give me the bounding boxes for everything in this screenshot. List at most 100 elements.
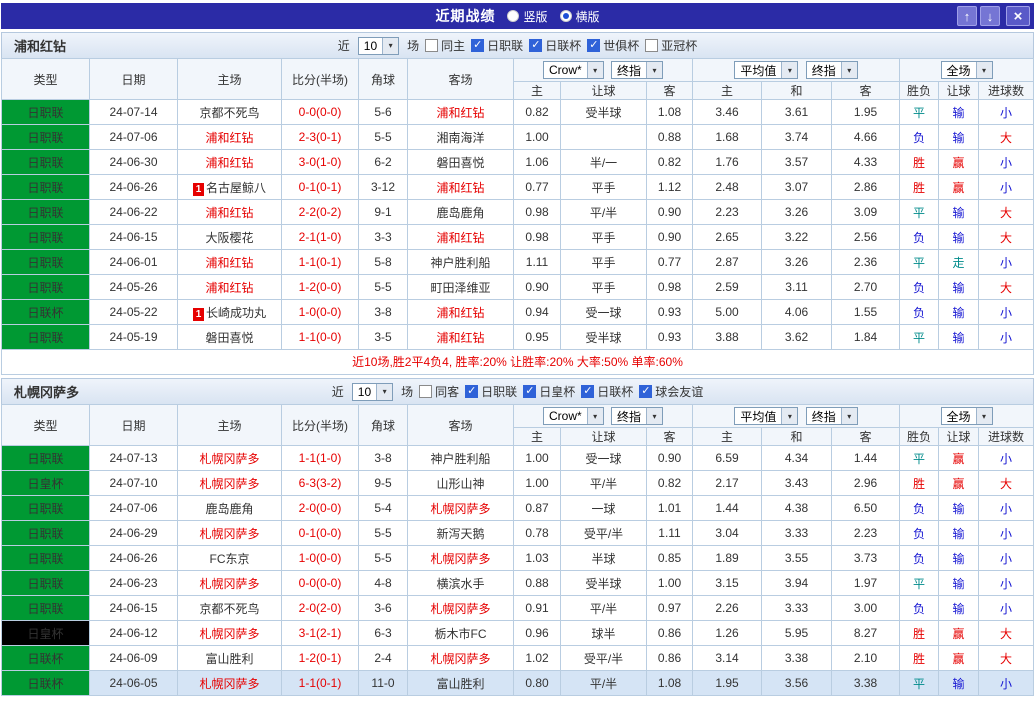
result-cell: 平 [899,445,940,471]
away-team-cell[interactable]: 磐田喜悦 [407,149,514,175]
home-team-cell[interactable]: 磐田喜悦 [177,324,282,350]
checkbox-icon[interactable] [639,384,653,398]
bookmaker-select[interactable]: Crow* ▾ [542,407,604,425]
away-team-cell[interactable]: 湘南海洋 [407,124,514,150]
away-team-cell[interactable]: 札幌冈萨多 [407,645,514,671]
date-cell: 24-07-06 [89,495,178,521]
corner-cell: 5-5 [358,274,408,300]
checkbox-icon[interactable] [465,384,479,398]
home-team-cell[interactable]: 京都不死鸟 [177,595,282,621]
away-team-cell[interactable]: 浦和红钻 [407,299,514,325]
filter-checkbox[interactable]: 日联杯 [581,383,633,400]
away-team-cell[interactable]: 富山胜利 [407,670,514,696]
filter-checkbox[interactable]: 同主 [425,37,465,54]
league-type-cell: 日职联 [1,124,90,150]
home-team-cell[interactable]: 浦和红钻 [177,249,282,275]
checkbox-icon[interactable] [523,384,537,398]
corner-cell: 5-5 [358,520,408,546]
away-team-cell[interactable]: 鹿岛鹿角 [407,199,514,225]
team-name: 浦和红钻 [14,39,67,54]
layout-option-vertical-label[interactable]: 竖版 [523,8,547,25]
home-team-cell[interactable]: FC东京 [177,545,282,571]
goals-result-cell: 小 [978,595,1034,621]
home-team-cell[interactable]: 札幌冈萨多 [177,570,282,596]
avg-stage-select[interactable]: 终指 ▾ [805,61,858,79]
filter-checkbox[interactable]: 日联杯 [529,37,581,54]
recent-count-select[interactable]: 10 ▾ [357,36,400,55]
filter-checkbox[interactable]: 球会友谊 [639,383,703,400]
bookmaker-select[interactable]: Crow* ▾ [542,61,604,79]
checkbox-icon[interactable] [419,385,433,398]
checkbox-icon[interactable] [471,38,485,52]
home-team-cell[interactable]: 札幌冈萨多 [177,445,282,471]
col-header-corner: 角球 [358,58,408,100]
home-team-cell[interactable]: 浦和红钻 [177,124,282,150]
avg-draw-odds-cell: 4.38 [761,495,833,521]
home-team-cell[interactable]: 京都不死鸟 [177,99,282,125]
filter-checkbox[interactable]: 同客 [419,383,459,400]
filter-checkbox[interactable]: 世俱杯 [587,37,639,54]
layout-option-horizontal[interactable]: 横版 [559,8,600,25]
away-team-cell[interactable]: 神户胜利船 [407,249,514,275]
chevron-down-icon: ▾ [586,62,603,78]
home-team-cell[interactable]: 1 长崎成功丸 [177,299,282,325]
layout-option-vertical[interactable]: 竖版 [507,8,548,25]
radio-icon[interactable] [559,10,572,22]
average-select[interactable]: 平均值 ▾ [734,61,799,79]
goals-result-cell: 大 [978,199,1034,225]
move-up-button[interactable]: ↑ [957,6,977,26]
away-team-cell[interactable]: 町田泽维亚 [407,274,514,300]
checkbox-icon[interactable] [645,39,659,52]
league-type-cell: 日职联 [1,249,90,275]
home-team-cell[interactable]: 富山胜利 [177,645,282,671]
away-team-cell[interactable]: 札幌冈萨多 [407,595,514,621]
filter-checkbox[interactable]: 日职联 [465,383,517,400]
away-team-cell[interactable]: 栃木市FC [407,620,514,646]
home-team-cell[interactable]: 札幌冈萨多 [177,670,282,696]
corner-cell: 5-8 [358,249,408,275]
home-team-cell[interactable]: 浦和红钻 [177,274,282,300]
away-team-cell[interactable]: 浦和红钻 [407,174,514,200]
checkbox-icon[interactable] [587,38,601,52]
odds-stage-select[interactable]: 终指 ▾ [611,407,664,425]
score-cell: 1-1(0-0) [281,324,359,350]
away-team-cell[interactable]: 横滨水手 [407,570,514,596]
away-team-cell[interactable]: 浦和红钻 [407,99,514,125]
recent-count-select[interactable]: 10 ▾ [351,382,394,401]
checkbox-icon[interactable] [529,38,543,52]
avg-home-odds-cell: 1.89 [692,545,763,571]
home-team-cell[interactable]: 浦和红钻 [177,149,282,175]
avg-home-odds-cell: 2.26 [692,595,763,621]
away-team-cell[interactable]: 山形山神 [407,470,514,496]
away-team-cell[interactable]: 札幌冈萨多 [407,545,514,571]
odds-stage-select[interactable]: 终指 ▾ [611,61,664,79]
away-team-cell[interactable]: 新泻天鹅 [407,520,514,546]
away-team-cell[interactable]: 神户胜利船 [407,445,514,471]
fulltime-select[interactable]: 全场 ▾ [940,61,993,79]
radio-icon[interactable] [507,10,520,22]
home-team-cell[interactable]: 鹿岛鹿角 [177,495,282,521]
filter-checkbox[interactable]: 日皇杯 [523,383,575,400]
home-team-cell[interactable]: 札幌冈萨多 [177,470,282,496]
away-team-cell[interactable]: 浦和红钻 [407,224,514,250]
checkbox-icon[interactable] [581,384,595,398]
close-button[interactable]: × [1006,6,1030,26]
checkbox-icon[interactable] [425,39,439,52]
home-team-cell[interactable]: 1 名古屋鲸八 [177,174,282,200]
avg-stage-select[interactable]: 终指 ▾ [805,407,858,425]
filter-checkbox[interactable]: 日职联 [471,37,523,54]
handicap-line-cell: 受半球 [560,324,647,350]
home-team-cell[interactable]: 浦和红钻 [177,199,282,225]
home-team-cell[interactable]: 札幌冈萨多 [177,620,282,646]
move-down-button[interactable]: ↓ [980,6,1000,26]
team-name-text: 湘南海洋 [436,130,485,145]
average-select[interactable]: 平均值 ▾ [734,407,799,425]
away-team-cell[interactable]: 札幌冈萨多 [407,495,514,521]
home-team-cell[interactable]: 大阪樱花 [177,224,282,250]
avg-away-odds-cell: 1.84 [831,324,901,350]
fulltime-select[interactable]: 全场 ▾ [940,407,993,425]
layout-option-horizontal-label[interactable]: 横版 [576,8,600,25]
filter-checkbox[interactable]: 亚冠杯 [645,37,697,54]
home-team-cell[interactable]: 札幌冈萨多 [177,520,282,546]
away-team-cell[interactable]: 浦和红钻 [407,324,514,350]
